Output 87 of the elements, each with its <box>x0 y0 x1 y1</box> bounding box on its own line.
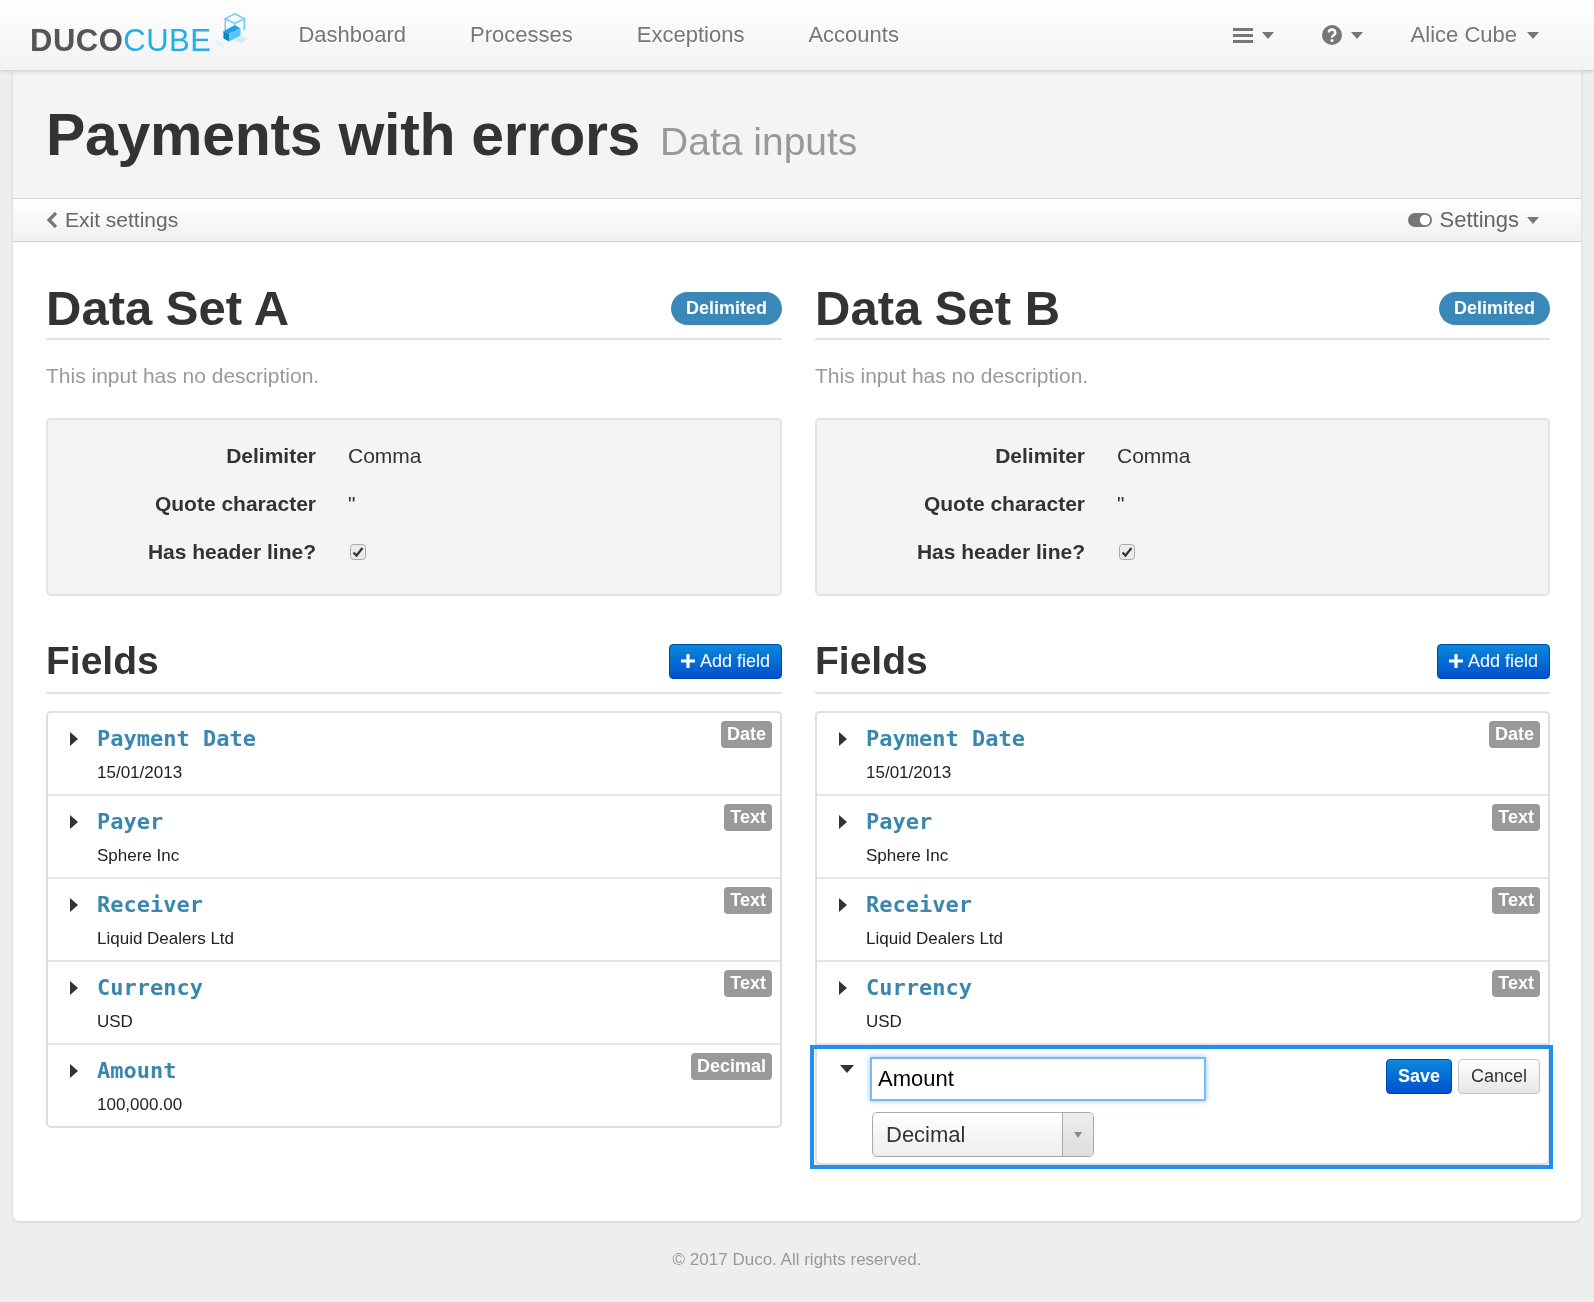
field-sample-value: Sphere Inc <box>97 845 180 867</box>
caret-right-icon[interactable] <box>839 898 847 912</box>
type-badge: Text <box>1492 887 1540 914</box>
type-badge: Text <box>724 970 772 997</box>
nav-link[interactable]: Processes <box>438 5 605 65</box>
format-badge: Delimited <box>670 291 782 325</box>
checkbox[interactable] <box>1119 544 1135 560</box>
type-badge: Text <box>724 804 772 831</box>
type-badge: Text <box>724 887 772 914</box>
caret-right-icon[interactable] <box>839 815 847 829</box>
caret-right-icon[interactable] <box>839 732 847 746</box>
caret-icon <box>1261 31 1274 39</box>
field-sample-value: Sphere Inc <box>866 845 949 867</box>
property-label: Quote character <box>922 492 1085 516</box>
caret-icon <box>1527 31 1539 39</box>
help-button[interactable] <box>1321 25 1363 45</box>
caret-down-icon[interactable] <box>840 1065 854 1073</box>
fields-heading: Fields <box>46 639 159 683</box>
add-field-button[interactable]: Add field <box>1436 643 1550 679</box>
nav-link[interactable]: Accounts <box>776 5 931 65</box>
chevron-left-icon <box>46 211 58 229</box>
type-badge: Decimal <box>690 1053 772 1080</box>
field-name[interactable]: Currency <box>97 974 203 1002</box>
property-value: Comma <box>1117 444 1192 468</box>
property-value: " <box>348 492 357 516</box>
menu-icon <box>1232 27 1253 43</box>
page-subtitle: Data inputs <box>660 120 858 164</box>
field-sample-value: 100,000.00 <box>97 1094 183 1116</box>
type-badge: Date <box>721 721 772 748</box>
field-sample-value: Liquid Dealers Ltd <box>866 928 1004 950</box>
field-name[interactable]: Receiver <box>866 891 1004 919</box>
fields-heading: Fields <box>815 639 928 683</box>
nav-link[interactable]: Dashboard <box>266 5 439 65</box>
exit-settings-link[interactable]: Exit settings <box>46 208 179 232</box>
nav-link[interactable]: Exceptions <box>604 5 777 65</box>
format-badge: Delimited <box>1438 291 1550 325</box>
description-text: This input has no description. <box>815 363 1090 389</box>
field-name[interactable]: Receiver <box>97 891 235 919</box>
caret-icon <box>1350 31 1363 39</box>
property-value: Comma <box>348 444 423 468</box>
property-label: Quote character <box>153 492 316 516</box>
field-sample-value: USD <box>97 1011 134 1033</box>
type-badge: Text <box>1492 970 1540 997</box>
caret-right-icon[interactable] <box>839 981 847 995</box>
caret-right-icon[interactable] <box>70 815 78 829</box>
field-name[interactable]: Amount <box>97 1057 183 1085</box>
save-button[interactable]: Save <box>1385 1059 1452 1094</box>
type-badge: Date <box>1489 721 1540 748</box>
caret-right-icon[interactable] <box>70 898 78 912</box>
caret-icon <box>1527 216 1539 224</box>
field-sample-value: USD <box>866 1011 903 1033</box>
caret-icon <box>1074 1131 1082 1138</box>
type-badge: Text <box>1492 804 1540 831</box>
property-label: Has header line? <box>146 540 316 564</box>
brand-name[interactable]: DUCOCUBE <box>30 16 212 66</box>
field-name[interactable]: Currency <box>866 974 972 1002</box>
description-text: This input has no description. <box>46 363 321 389</box>
toggle-icon <box>1407 213 1432 227</box>
field-sample-value: 15/01/2013 <box>97 762 184 784</box>
menu-button[interactable] <box>1232 27 1274 43</box>
copyright-text: © 2017 Duco. All rights reserved. <box>672 1249 922 1271</box>
page-title: Payments with errors <box>46 101 641 170</box>
field-name[interactable]: Payment Date <box>97 725 256 753</box>
data-set-title: Data Set A <box>46 280 290 336</box>
caret-right-icon[interactable] <box>70 732 78 746</box>
cancel-button[interactable]: Cancel <box>1457 1059 1540 1094</box>
caret-right-icon[interactable] <box>70 981 78 995</box>
field-name[interactable]: Payment Date <box>866 725 1025 753</box>
field-sample-value: Liquid Dealers Ltd <box>97 928 235 950</box>
plus-icon <box>680 654 695 668</box>
type-select[interactable]: Decimal <box>872 1112 1094 1157</box>
property-label: Delimiter <box>994 444 1085 468</box>
caret-right-icon[interactable] <box>70 1064 78 1078</box>
plus-icon <box>1448 654 1463 668</box>
help-icon <box>1321 25 1342 45</box>
add-field-button[interactable]: Add field <box>668 643 782 679</box>
field-name[interactable]: Payer <box>97 808 180 836</box>
field-name[interactable]: Payer <box>866 808 949 836</box>
user-menu[interactable]: Alice Cube <box>1410 22 1539 48</box>
field-name-input[interactable]: Amount <box>870 1057 1206 1101</box>
field-sample-value: 15/01/2013 <box>866 762 953 784</box>
data-set-title: Data Set B <box>815 280 1061 336</box>
property-label: Has header line? <box>915 540 1085 564</box>
checkbox[interactable] <box>350 544 366 560</box>
property-value: " <box>1117 492 1126 516</box>
settings-menu[interactable]: Settings <box>1407 207 1539 233</box>
property-label: Delimiter <box>225 444 316 468</box>
